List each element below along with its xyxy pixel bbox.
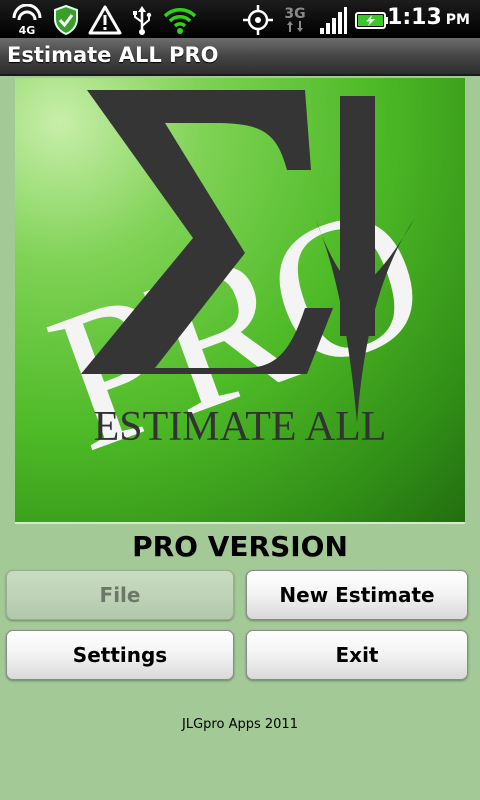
logo-caption: ESTIMATE ALL xyxy=(94,404,387,450)
new-estimate-button[interactable]: New Estimate xyxy=(246,570,468,620)
status-bar: 4G 3G 1:13 PM xyxy=(0,0,480,38)
warning-icon xyxy=(88,4,122,36)
settings-button[interactable]: Settings xyxy=(6,630,234,680)
battery-charging-icon xyxy=(354,4,390,36)
cell-signal-icon xyxy=(318,4,348,36)
4g-signal-icon: 4G xyxy=(10,3,44,37)
wifi-icon xyxy=(162,4,198,36)
title-bar: Estimate ALL PRO xyxy=(0,38,480,76)
version-label: PRO VERSION xyxy=(132,530,348,563)
app-logo: PRO ESTIMATE ALL xyxy=(15,78,465,524)
footer-credit: JLGpro Apps 2011 xyxy=(182,717,298,732)
gps-icon xyxy=(242,4,274,36)
clock-time: 1:13 xyxy=(387,5,442,30)
exit-button[interactable]: Exit xyxy=(246,630,468,680)
shield-check-icon xyxy=(52,4,80,36)
clock-ampm: PM xyxy=(445,12,470,28)
mobile-data-label: 3G xyxy=(284,6,305,22)
app-title: Estimate ALL PRO xyxy=(7,43,219,67)
3g-data-icon: 3G xyxy=(282,4,308,36)
file-button[interactable]: File xyxy=(6,570,234,620)
network-label: 4G xyxy=(19,24,36,36)
clock: 1:13 PM xyxy=(387,5,470,30)
usb-icon xyxy=(130,4,154,36)
